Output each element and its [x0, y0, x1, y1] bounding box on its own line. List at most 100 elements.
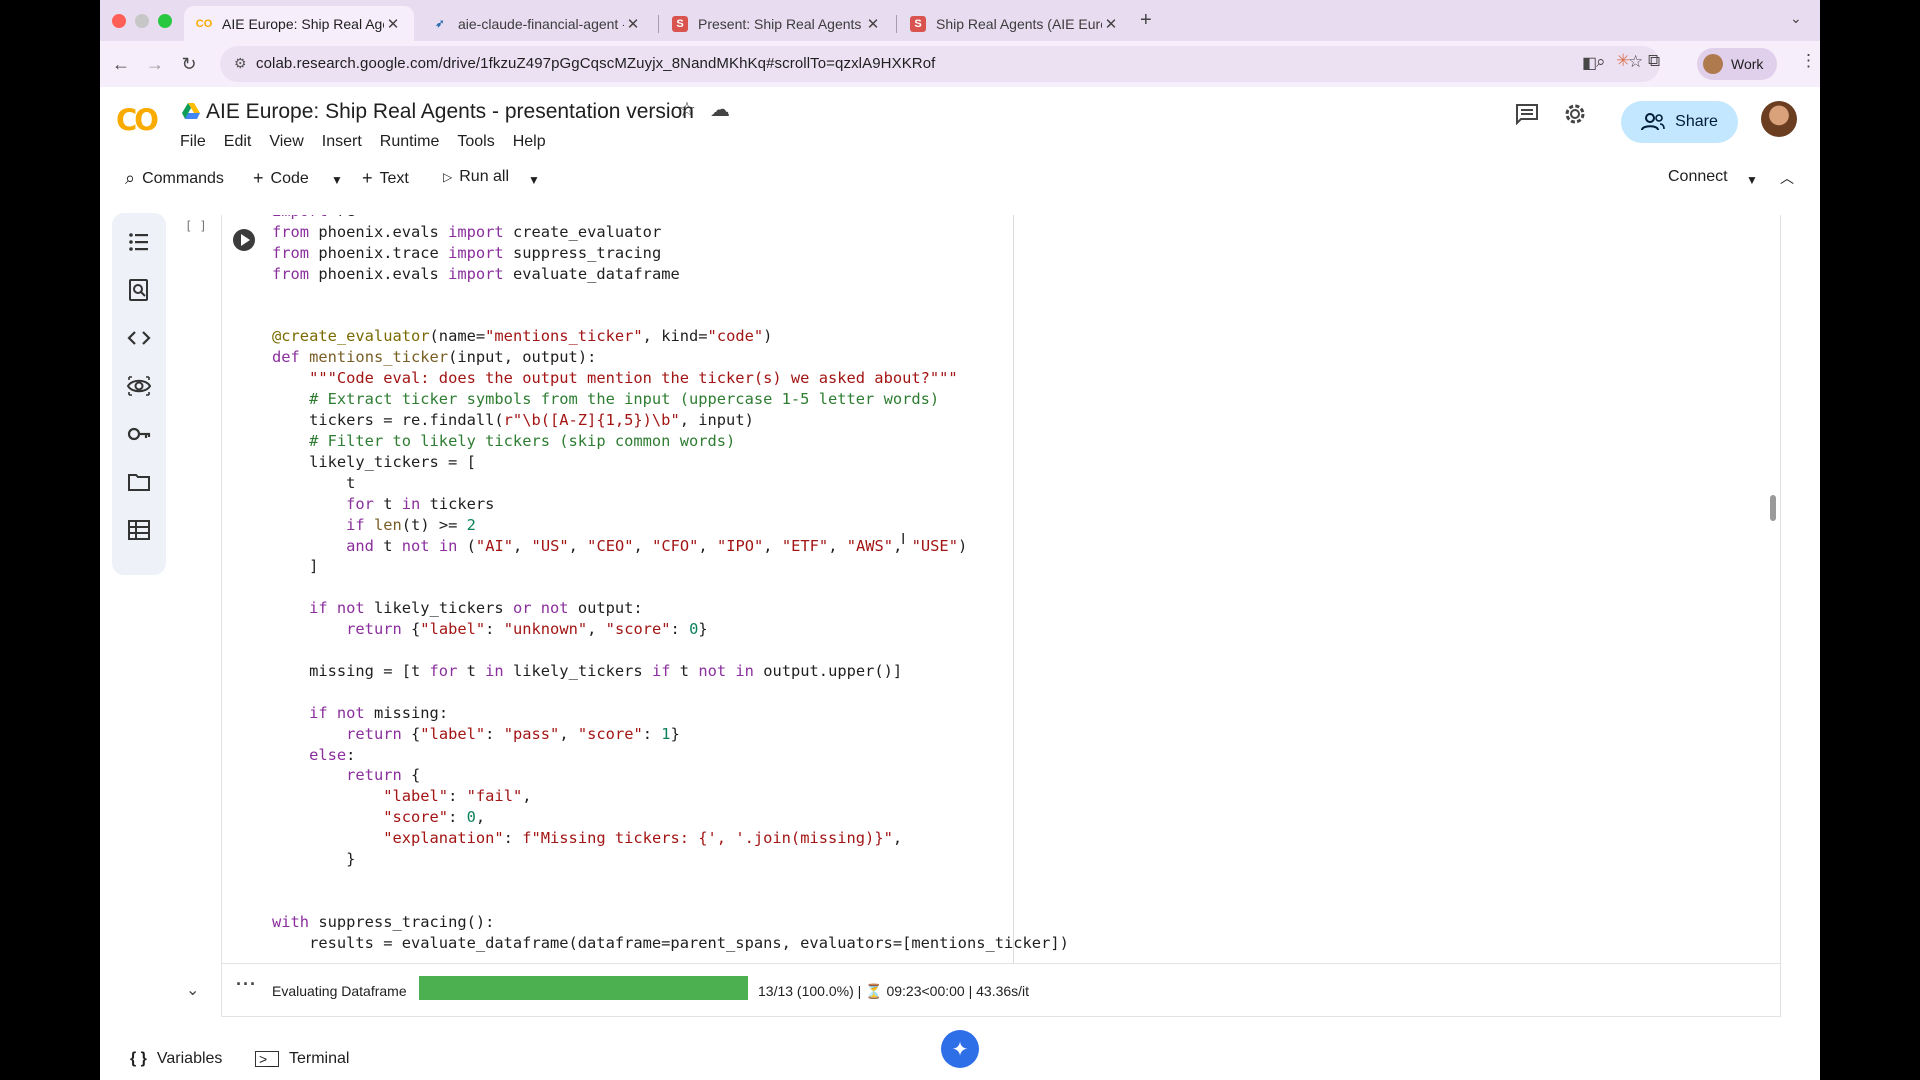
plus-icon: +	[362, 168, 373, 188]
tab-colab[interactable]: CO AIE Europe: Ship Real Agents ✕	[184, 6, 414, 41]
address-bar[interactable]: ⚙ colab.research.google.com/drive/1fkzuZ…	[220, 46, 1660, 82]
commands-label: Commands	[142, 169, 224, 187]
progress-stats: 13/13 (100.0%) | ⏳ 09:23<00:00 | 43.36s/…	[758, 983, 1030, 999]
colab-logo[interactable]: CO	[116, 103, 159, 137]
run-all-label: Run all	[459, 168, 510, 185]
cell-output: ⌄ ··· Evaluating Dataframe 13/13 (100.0%…	[186, 963, 1780, 1017]
tab-strip: CO AIE Europe: Ship Real Agents ✕ ➶ aie-…	[100, 0, 1820, 41]
close-tab-icon[interactable]: ✕	[864, 15, 882, 33]
braces-icon: { }	[130, 1050, 147, 1067]
menu-view[interactable]: View	[269, 133, 303, 151]
variables-button[interactable]: { } Variables	[130, 1050, 222, 1068]
menu-runtime[interactable]: Runtime	[380, 133, 440, 151]
code-dropdown-icon[interactable]: ▼	[331, 173, 343, 187]
add-text-button[interactable]: + Text	[362, 168, 409, 189]
run-all-dropdown-icon[interactable]: ▼	[528, 173, 540, 187]
progress-bar-fill	[419, 976, 748, 1000]
share-label: Share	[1675, 113, 1718, 130]
search-icon: ⌕	[125, 168, 136, 188]
close-tab-icon[interactable]: ✕	[1102, 15, 1120, 33]
tab-phoenix[interactable]: ➶ aie-claude-financial-agent - ✕	[420, 6, 654, 41]
drive-icon[interactable]	[182, 103, 200, 119]
run-all-button[interactable]: ▷ Run all	[443, 168, 509, 186]
code-label: Code	[270, 169, 309, 187]
gemini-sparkle-button[interactable]: ✦	[941, 1030, 979, 1068]
terminal-button[interactable]: >_ Terminal	[255, 1050, 349, 1068]
notebook-title[interactable]: AIE Europe: Ship Real Agents - presentat…	[206, 100, 694, 124]
code-snippets-icon[interactable]	[126, 325, 152, 351]
add-code-button[interactable]: + Code	[253, 168, 309, 189]
variable-inspector-icon[interactable]	[126, 373, 152, 399]
terminal-icon: >_	[255, 1051, 279, 1067]
files-folder-icon[interactable]	[126, 469, 152, 495]
output-actions-icon[interactable]: ···	[236, 974, 257, 995]
scrollbar-thumb[interactable]	[1770, 495, 1776, 521]
commands-button[interactable]: ⌕ Commands	[125, 168, 224, 189]
code-text[interactable]: import re from phoenix.evals import crea…	[272, 215, 1069, 954]
variables-label: Variables	[156, 1050, 223, 1067]
run-cell-button[interactable]	[233, 229, 255, 251]
cloud-save-icon[interactable]: ☁	[710, 97, 730, 122]
menu-tools[interactable]: Tools	[457, 133, 494, 151]
browser-window: CO AIE Europe: Ship Real Agents ✕ ➶ aie-…	[100, 0, 1820, 1080]
tab-title: Ship Real Agents (AIE Europe	[936, 15, 1102, 32]
browser-menu-icon[interactable]: ⋮	[1800, 51, 1817, 71]
people-icon	[1641, 113, 1665, 131]
user-avatar[interactable]	[1761, 101, 1797, 137]
progress-bar	[419, 976, 748, 1000]
menu-insert[interactable]: Insert	[322, 133, 362, 151]
new-tab-button[interactable]: +	[1140, 9, 1152, 32]
terminal-label: Terminal	[288, 1050, 350, 1067]
colab-header: CO AIE Europe: Ship Real Agents - presen…	[100, 87, 1820, 157]
tab-search-icon[interactable]: ⌄	[1790, 10, 1802, 27]
minimize-window-button[interactable]	[135, 14, 149, 28]
tab-present-slides[interactable]: S Present: Ship Real Agents (A ✕	[660, 6, 894, 41]
extensions-puzzle-icon[interactable]: ⧉	[1648, 51, 1660, 71]
collapse-header-icon[interactable]: ︿	[1780, 168, 1794, 188]
forward-icon[interactable]: →	[140, 49, 170, 79]
connect-label: Connect	[1668, 168, 1728, 185]
url-text[interactable]: colab.research.google.com/drive/1fkzuZ49…	[256, 55, 935, 72]
tab-title: aie-claude-financial-agent -	[458, 15, 624, 32]
play-icon: ▷	[443, 170, 453, 184]
bookmark-star-icon[interactable]: ☆	[1628, 52, 1643, 72]
reload-icon[interactable]: ↻	[174, 49, 204, 79]
menu-edit[interactable]: Edit	[224, 133, 252, 151]
zoom-icon[interactable]: ⌕	[1596, 52, 1606, 72]
menu-file[interactable]: File	[180, 133, 206, 151]
close-window-button[interactable]	[112, 14, 126, 28]
star-icon[interactable]: ☆	[678, 97, 696, 122]
share-button[interactable]: Share	[1621, 101, 1738, 143]
settings-gear-icon[interactable]	[1562, 101, 1588, 127]
comments-icon[interactable]	[1515, 103, 1539, 125]
tab-slides[interactable]: S Ship Real Agents (AIE Europe ✕	[898, 6, 1132, 41]
find-icon[interactable]	[126, 277, 152, 303]
menu-help[interactable]: Help	[513, 133, 546, 151]
table-of-contents-icon[interactable]	[126, 229, 152, 255]
execution-count: [ ]	[185, 219, 207, 233]
claude-extension-icon[interactable]: ✳	[1616, 51, 1630, 71]
profile-button[interactable]: Work	[1697, 48, 1777, 80]
slides-icon: S	[672, 15, 688, 32]
maximize-window-button[interactable]	[158, 14, 172, 28]
profile-avatar	[1703, 54, 1723, 74]
cell-toolbar: ⌕ Commands + Code ▼ + Text ▷ Run all ▼ C…	[100, 157, 1820, 201]
profile-label: Work	[1731, 56, 1764, 72]
close-tab-icon[interactable]: ✕	[624, 15, 642, 33]
extension-shield-icon[interactable]: ◧	[1582, 53, 1597, 73]
back-icon[interactable]: ←	[106, 49, 136, 79]
plus-icon: +	[253, 168, 264, 188]
text-label: Text	[379, 169, 409, 187]
phoenix-icon: ➶	[435, 18, 445, 30]
code-cell[interactable]: import re from phoenix.evals import crea…	[185, 215, 1781, 1017]
side-rail	[112, 213, 166, 575]
secrets-key-icon[interactable]	[126, 421, 152, 447]
collapse-output-icon[interactable]: ⌄	[186, 980, 199, 1000]
data-table-icon[interactable]	[126, 517, 152, 543]
connect-dropdown-icon[interactable]: ▼	[1746, 173, 1758, 187]
close-tab-icon[interactable]: ✕	[384, 15, 402, 33]
site-info-icon[interactable]: ⚙	[234, 55, 247, 72]
text-cursor: I	[901, 531, 906, 548]
connect-button[interactable]: Connect	[1668, 168, 1728, 186]
code-editor[interactable]: import re from phoenix.evals import crea…	[222, 215, 1780, 963]
